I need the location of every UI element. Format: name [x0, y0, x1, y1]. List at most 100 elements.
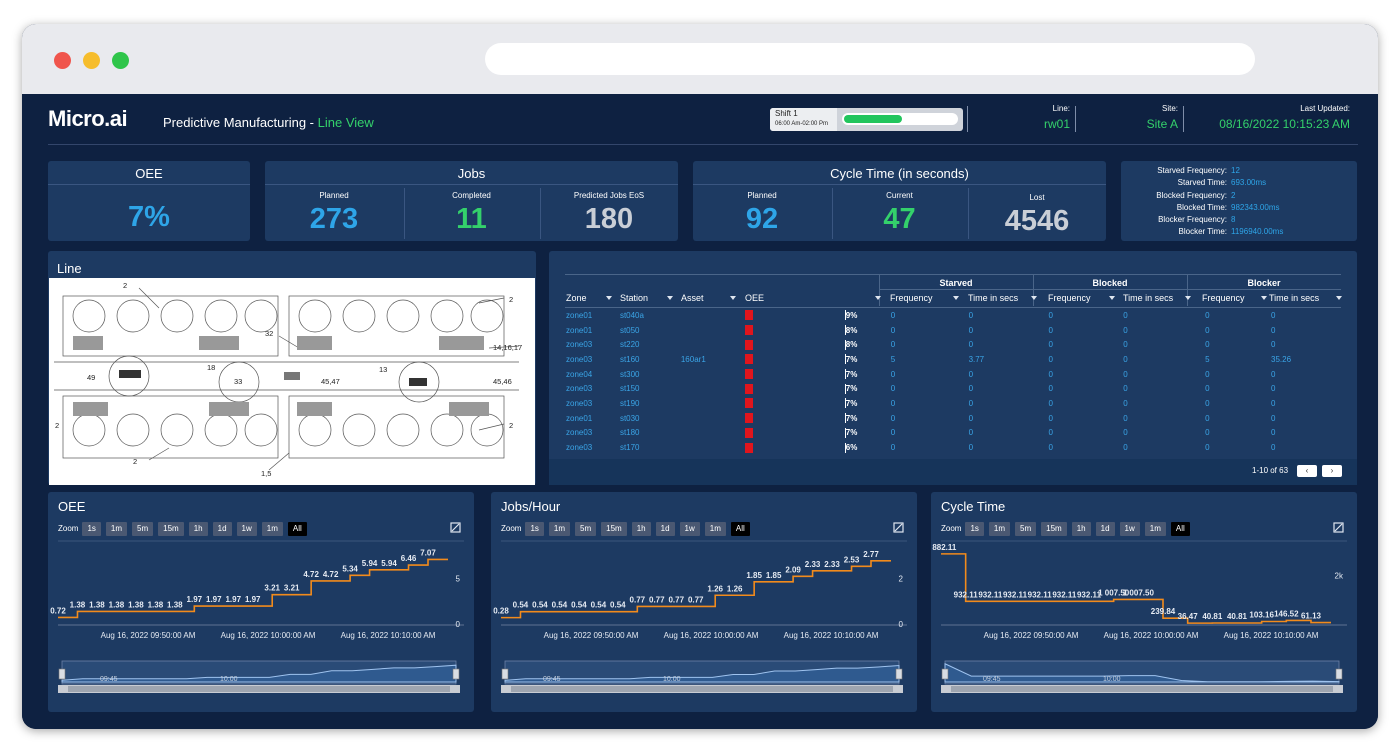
table-cell: 0 [1123, 428, 1128, 438]
navigator-handle-right[interactable] [895, 668, 903, 680]
col-blocker-time-header[interactable]: Time in secs [1269, 293, 1319, 303]
cycle-lost-value: 4546 [1004, 205, 1070, 237]
table-row[interactable]: zone01 st030 7% 0 0 0 0 0 0 [566, 411, 1341, 426]
filter-icon[interactable] [730, 296, 736, 300]
stat-row: Blocker Time: 1196940.00ms [1121, 226, 1357, 238]
table-cell: 0 [1205, 340, 1210, 350]
navigator-handle-right[interactable] [452, 668, 460, 680]
jobs-completed: Completed 11 [404, 185, 539, 241]
stat-row: Starved Time: 693.00ms [1121, 177, 1357, 189]
address-bar[interactable] [485, 43, 1255, 75]
table-row[interactable]: zone03 st170 6% 0 0 0 0 0 0 [566, 440, 1341, 455]
navigator-handle-left[interactable] [941, 668, 949, 680]
data-label: 6.46 [401, 554, 417, 563]
scrollbar-thumb[interactable] [951, 686, 1333, 692]
col-starved-time-header[interactable]: Time in secs [968, 293, 1018, 303]
station-table-panel: Starved Blocked Blocker Zone Station Ass… [549, 251, 1357, 485]
oee-bar-cell [744, 308, 846, 323]
next-page-button[interactable]: › [1322, 465, 1342, 477]
table-cell: 8% [845, 325, 858, 335]
diagram-label: 2 [133, 457, 137, 466]
data-label: 40.81 [1202, 612, 1223, 621]
chart-title: Cycle Time [941, 499, 1006, 514]
diagram-label: 45,47 [321, 377, 340, 386]
table-cell: 0 [1048, 384, 1053, 394]
filter-icon[interactable] [1336, 296, 1342, 300]
cycle-chart-panel: Cycle TimeZoom1s1m5m15m1h1d1w1mAll2 882.… [931, 492, 1357, 712]
shift-name: Shift 1 [775, 109, 798, 118]
table-cell: 0 [890, 398, 896, 408]
station-table: zone01 st040a 9% 0 0 0 0 0 0 zone01 st050 8% 0 0 0 0 0 0 z… [566, 308, 1341, 455]
shift-time: 06:00 Am-02:00 Pm [775, 121, 829, 127]
col-oee-header[interactable]: OEE [745, 293, 764, 303]
data-label: 0.28 [493, 607, 509, 616]
table-cell: zone03 [566, 398, 593, 408]
col-blocked-time-header[interactable]: Time in secs [1123, 293, 1173, 303]
oee-bar [744, 325, 753, 336]
navigator-handle-right[interactable] [1335, 668, 1343, 680]
navigator-handle-left[interactable] [58, 668, 66, 680]
col-blocker-frequency-header[interactable]: Frequency [1202, 293, 1245, 303]
navigator-handle-left[interactable] [501, 668, 509, 680]
filter-icon[interactable] [1031, 296, 1037, 300]
data-label: 1.38 [128, 600, 144, 609]
col-asset-header[interactable]: Asset [681, 293, 704, 303]
x-tick-label: Aug 16, 2022 10:10:00 AM [1224, 631, 1319, 640]
diagram-label: 13 [379, 365, 387, 374]
filter-icon[interactable] [1185, 296, 1191, 300]
fixture [199, 336, 239, 350]
table-row[interactable]: zone03 st150 7% 0 0 0 0 0 0 [566, 381, 1341, 396]
data-label: 61.13 [1301, 612, 1322, 621]
col-starved-frequency-header[interactable]: Frequency [890, 293, 933, 303]
table-cell: 0 [1123, 354, 1128, 364]
table-cell: 0 [1048, 325, 1053, 335]
scrollbar-thumb[interactable] [68, 686, 450, 692]
app-title-text: Predictive Manufacturing - [163, 115, 318, 130]
line-chart: 2 882.11932.11932.11932.11932.11932.1193… [931, 522, 1347, 693]
close-dot-icon[interactable] [54, 52, 71, 69]
col-zone-header[interactable]: Zone [566, 293, 587, 303]
filter-icon[interactable] [606, 296, 612, 300]
data-label: 1.85 [766, 571, 782, 580]
filter-icon[interactable] [875, 296, 881, 300]
table-cell: 0 [1205, 413, 1210, 423]
cycle-planned: Planned 92 [693, 185, 831, 241]
cycle-current-value: 47 [883, 203, 916, 235]
line-layout-diagram[interactable]: 2 2 32 14,16,17 18 49 33 45,47 13 45,46 … [49, 278, 535, 485]
table-row[interactable]: zone01 st040a 9% 0 0 0 0 0 0 [566, 308, 1341, 323]
maximize-dot-icon[interactable] [112, 52, 129, 69]
table-cell: 0 [1205, 443, 1210, 453]
table-row[interactable]: zone03 st190 7% 0 0 0 0 0 0 [566, 396, 1341, 411]
fixture [409, 378, 427, 386]
table-cell [681, 308, 745, 323]
table-row[interactable]: zone01 st050 8% 0 0 0 0 0 0 [566, 323, 1341, 338]
col-station-header[interactable]: Station [620, 293, 648, 303]
scrollbar-thumb[interactable] [511, 686, 893, 692]
updated-label: Last Updated: [1300, 104, 1350, 113]
expand-icon-stroke [451, 523, 460, 532]
data-label: 932.11 [1052, 590, 1077, 599]
table-cell [681, 323, 745, 338]
col-blocked-frequency-header[interactable]: Frequency [1048, 293, 1091, 303]
stat-key: Blocker Frequency: [1158, 215, 1227, 225]
header-divider [1075, 106, 1076, 132]
table-row[interactable]: zone03 st180 7% 0 0 0 0 0 0 [566, 426, 1341, 441]
minimize-dot-icon[interactable] [83, 52, 100, 69]
diagram-background [49, 278, 535, 485]
prev-page-button[interactable]: ‹ [1297, 465, 1317, 477]
filter-icon[interactable] [1261, 296, 1267, 300]
app-title: Predictive Manufacturing - Line View [163, 115, 374, 130]
filter-icon[interactable] [667, 296, 673, 300]
diagram-label: 49 [87, 373, 95, 382]
table-row[interactable]: zone04 st300 7% 0 0 0 0 0 0 [566, 367, 1341, 382]
table-cell: zone03 [566, 340, 593, 350]
browser-chrome [22, 24, 1378, 94]
logo-text: Micro.ai [48, 106, 128, 131]
table-row[interactable]: zone03 st160 160ar1 7% 5 3.77 0 0 5 35.26 [566, 352, 1341, 367]
fixture [297, 402, 332, 416]
table-row[interactable]: zone03 st220 8% 0 0 0 0 0 0 [566, 337, 1341, 352]
fixture [449, 402, 489, 416]
filter-icon[interactable] [1109, 296, 1115, 300]
filter-icon[interactable] [953, 296, 959, 300]
oee-bar [744, 369, 753, 380]
